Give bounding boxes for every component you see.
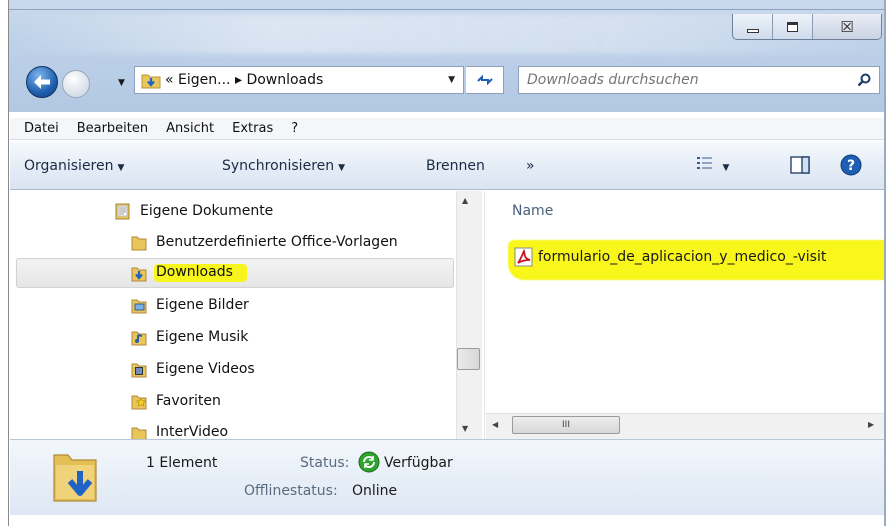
favorites-folder-icon — [130, 392, 148, 410]
tree-item-label: Favoriten — [156, 393, 221, 409]
tree-item-intervideo[interactable]: InterVideo — [130, 418, 228, 439]
tree-item-label: Eigene Bilder — [156, 297, 249, 313]
back-button[interactable] — [26, 66, 58, 98]
maximize-icon — [787, 21, 798, 32]
tree-item-label: InterVideo — [156, 424, 229, 439]
close-icon: ☒ — [840, 17, 854, 36]
breadcrumb-separator-icon[interactable]: ▸ — [235, 72, 242, 88]
tree-item-label: Eigene Videos — [156, 361, 255, 377]
offline-status-label: Offlinestatus: — [244, 483, 338, 499]
tree-item-label: Downloads — [154, 264, 247, 282]
forward-button[interactable] — [62, 70, 90, 98]
offline-status-value: Online — [352, 483, 398, 499]
downloads-folder-icon — [130, 264, 148, 282]
music-folder-icon — [130, 328, 148, 346]
pane-splitter[interactable] — [484, 191, 485, 439]
tree-item-label: Eigene Dokumente — [140, 203, 274, 219]
minimize-icon — [746, 28, 759, 33]
breadcrumb-current[interactable]: Downloads — [246, 72, 323, 88]
recent-pages-chevron-icon[interactable]: ▼ — [118, 78, 125, 88]
search-icon[interactable] — [857, 73, 871, 87]
address-dropdown-icon[interactable]: ▼ — [448, 75, 455, 85]
status-value: Verfügbar — [384, 455, 453, 471]
pdf-icon — [514, 247, 533, 267]
menu-tools[interactable]: Extras — [223, 121, 282, 136]
folder-icon — [130, 233, 148, 251]
scroll-right-icon[interactable]: ▶ — [868, 420, 874, 429]
bottom-edge — [0, 515, 886, 526]
menu-bar: Datei Bearbeiten Ansicht Extras ? — [10, 118, 884, 140]
item-count: 1 Element — [146, 455, 218, 471]
view-options-button[interactable]: ▼ — [696, 156, 729, 174]
organize-label: Organisieren — [24, 158, 114, 174]
refresh-icon — [476, 74, 493, 86]
refresh-button[interactable] — [466, 66, 504, 94]
maximize-button[interactable] — [773, 14, 813, 39]
svg-text:?: ? — [847, 158, 855, 174]
burn-button[interactable]: Brennen — [426, 158, 485, 174]
menu-edit[interactable]: Bearbeiten — [68, 121, 157, 136]
close-button[interactable]: ☒ — [813, 14, 881, 39]
details-pane — [10, 439, 884, 515]
breadcrumb[interactable]: « Eigen... ▸ Downloads — [165, 72, 323, 88]
view-list-icon — [697, 157, 712, 169]
address-bar[interactable]: « Eigen... ▸ Downloads ▼ — [134, 66, 464, 94]
tree-item-favoriten[interactable]: Favoriten — [130, 386, 221, 416]
sync-label: Synchronisieren — [222, 158, 335, 174]
minimize-button[interactable] — [733, 14, 773, 39]
scroll-grip: III — [562, 420, 570, 430]
menu-help[interactable]: ? — [282, 121, 307, 136]
menu-view[interactable]: Ansicht — [157, 121, 223, 136]
chevron-down-icon: ▼ — [117, 163, 125, 173]
tree-item-label: Eigene Musik — [156, 329, 249, 345]
file-name: formulario_de_aplicacion_y_medico_-visit — [538, 249, 827, 265]
menu-file[interactable]: Datei — [10, 121, 68, 136]
file-list — [486, 191, 884, 413]
chevron-down-icon: ▼ — [722, 163, 730, 173]
left-edge — [0, 0, 9, 526]
breadcrumb-overflow[interactable]: « — [165, 72, 174, 88]
preview-pane-button[interactable] — [790, 156, 810, 178]
status-label: Status: — [300, 455, 350, 471]
tree-item-eigene-videos[interactable]: Eigene Videos — [130, 354, 255, 384]
navigation-scroll-thumb[interactable] — [457, 348, 480, 370]
scroll-up-icon[interactable]: ▲ — [462, 196, 468, 205]
folder-icon — [130, 424, 148, 439]
large-downloads-folder-icon — [50, 447, 102, 509]
sync-button[interactable]: Synchronisieren ▼ — [222, 158, 345, 174]
scroll-left-icon[interactable]: ◀ — [492, 420, 498, 429]
help-icon: ? — [840, 154, 862, 176]
scroll-down-icon[interactable]: ▼ — [462, 424, 468, 433]
tree-item-eigene-dokumente[interactable]: Eigene Dokumente — [114, 196, 273, 226]
organize-button[interactable]: Organisieren ▼ — [24, 158, 124, 174]
tree-item-eigene-musik[interactable]: Eigene Musik — [130, 322, 248, 352]
chevron-down-icon: ▼ — [338, 163, 346, 173]
file-list-scroll-thumb[interactable]: III — [512, 416, 620, 434]
breadcrumb-parent[interactable]: Eigen... — [178, 72, 230, 88]
caption-buttons: ☒ — [732, 14, 882, 40]
tree-item-label: Benutzerdefinierte Office-Vorlagen — [156, 234, 398, 250]
sync-status-icon — [358, 451, 380, 477]
more-commands-button[interactable]: » — [526, 158, 535, 174]
folder-download-icon — [141, 74, 161, 89]
search-input[interactable] — [527, 72, 847, 88]
arrow-left-icon — [34, 75, 50, 89]
tree-item-downloads[interactable]: Downloads — [130, 258, 247, 288]
preview-pane-icon — [790, 156, 810, 174]
column-header-name[interactable]: Name — [512, 203, 553, 219]
command-bar: Organisieren ▼ Synchronisieren ▼ Brennen »… — [10, 142, 884, 190]
document-folder-icon — [114, 202, 132, 220]
tree-item-eigene-bilder[interactable]: Eigene Bilder — [130, 290, 249, 320]
pictures-folder-icon — [130, 296, 148, 314]
help-button[interactable]: ? — [840, 154, 862, 180]
search-box[interactable] — [518, 66, 880, 94]
tree-item-office-vorlagen[interactable]: Benutzerdefinierte Office-Vorlagen — [130, 227, 398, 257]
window-top-border — [9, 9, 886, 10]
file-row[interactable]: formulario_de_aplicacion_y_medico_-visit — [514, 244, 826, 270]
navigation-scrollbar[interactable] — [456, 191, 482, 439]
videos-folder-icon — [130, 360, 148, 378]
